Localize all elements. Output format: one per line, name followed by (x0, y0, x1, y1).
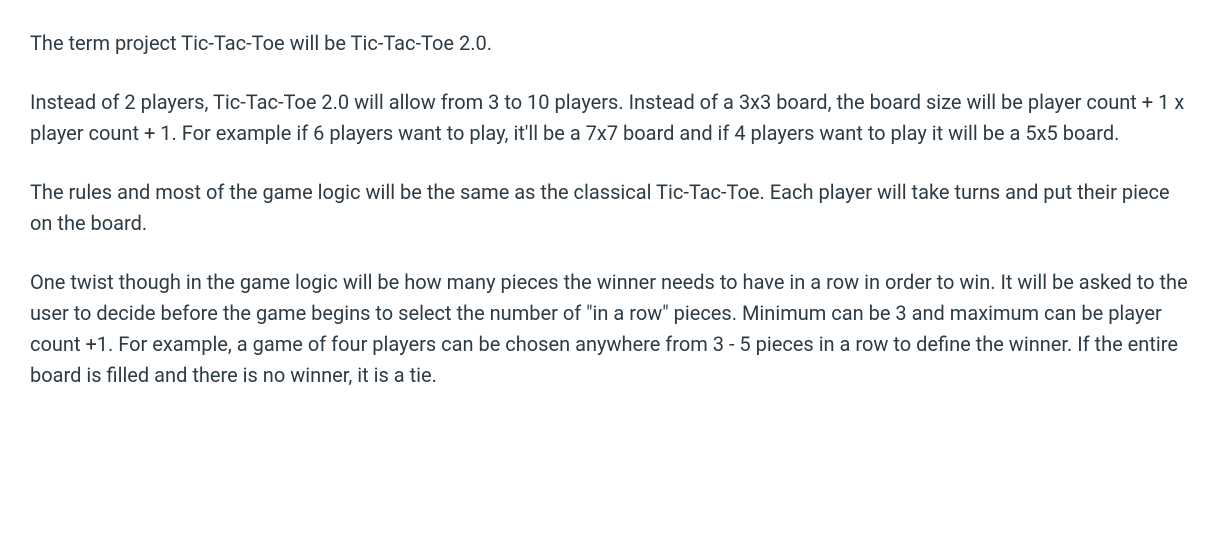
paragraph-intro: The term project Tic-Tac-Toe will be Tic… (30, 28, 1190, 59)
paragraph-players-board: Instead of 2 players, Tic-Tac-Toe 2.0 wi… (30, 87, 1190, 149)
paragraph-win-condition: One twist though in the game logic will … (30, 267, 1190, 391)
document-body: The term project Tic-Tac-Toe will be Tic… (30, 28, 1190, 391)
paragraph-rules: The rules and most of the game logic wil… (30, 177, 1190, 239)
